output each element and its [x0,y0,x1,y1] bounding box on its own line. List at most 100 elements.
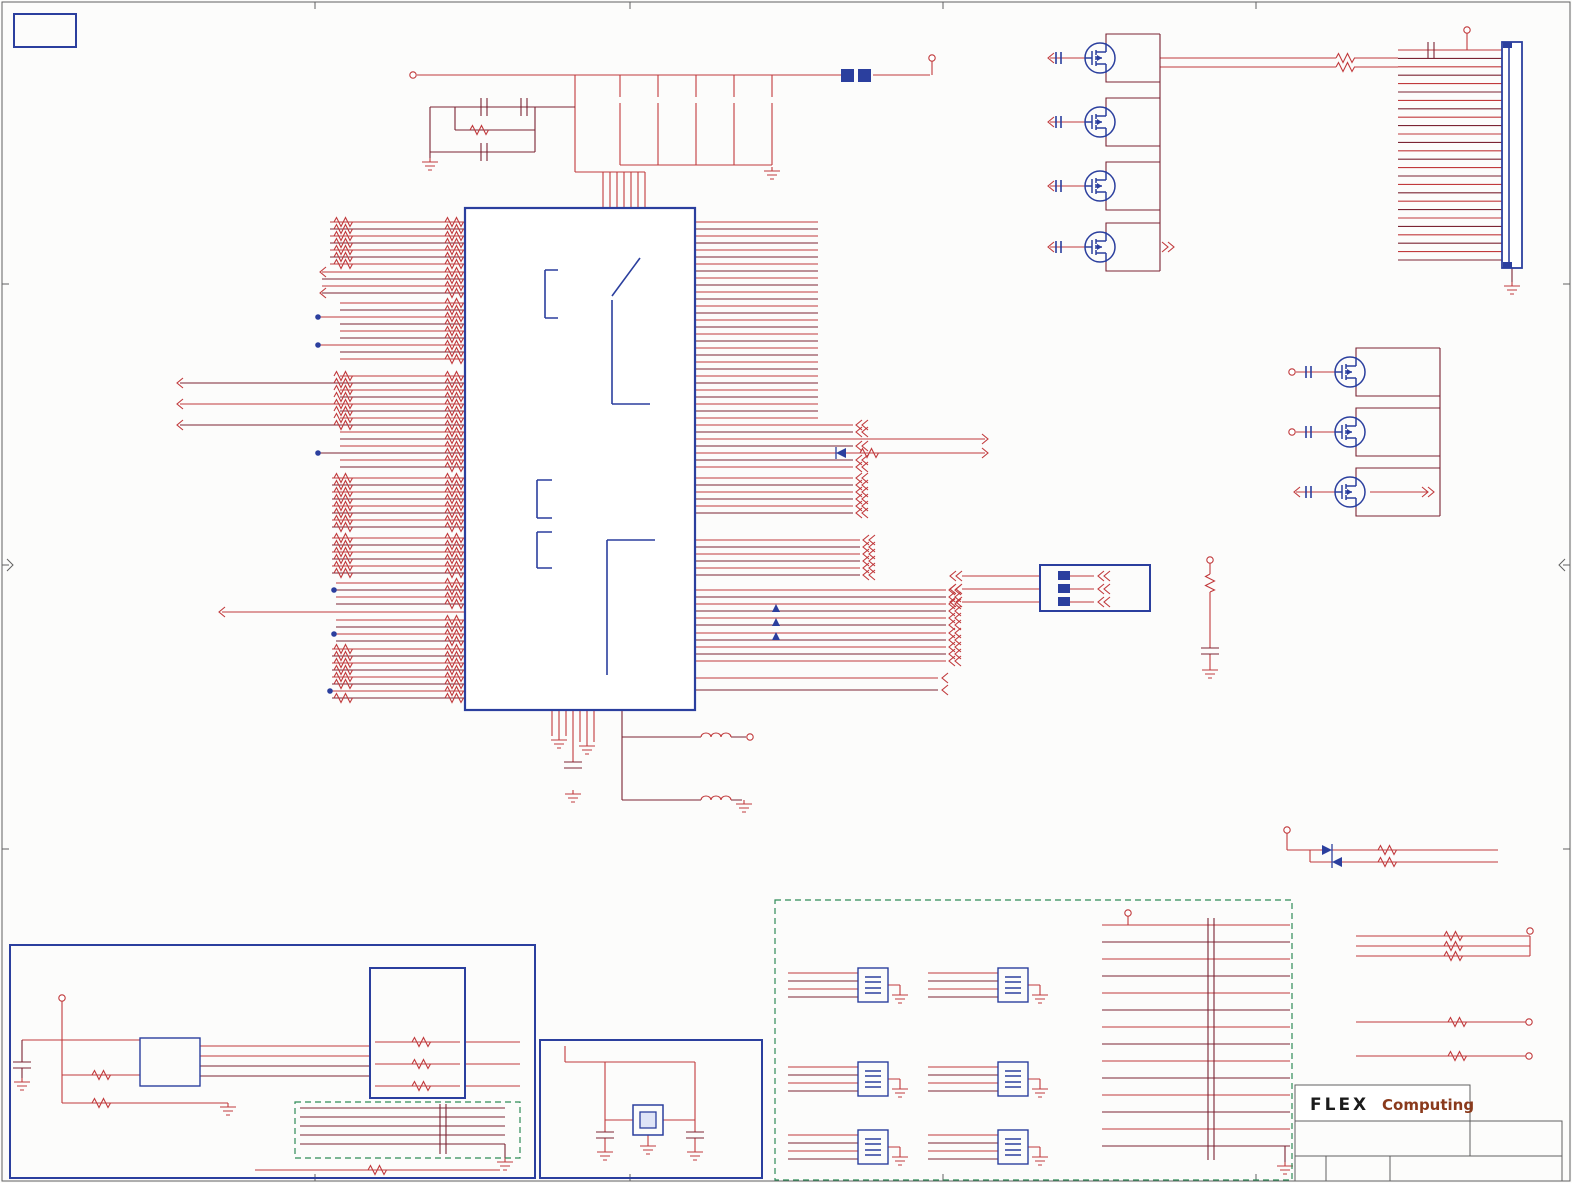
filter-cell[interactable] [997,967,1029,1003]
filter-cell[interactable] [997,1061,1029,1097]
open-terminal [58,994,66,1002]
open-terminal [1288,368,1296,376]
frame-ticks [2,2,1570,1181]
filter-cell[interactable] [857,1061,889,1097]
ground-symbol [1031,990,1049,1004]
open-terminal [1525,1018,1533,1026]
open-terminal [1525,1052,1533,1060]
net-arrow-right-double [1161,241,1175,253]
diode-pair[interactable] [1322,844,1342,868]
open-terminal [1463,26,1471,34]
ground-symbol [1031,1152,1049,1166]
logo-computing-text: Computing [1382,1096,1474,1114]
fuse-element[interactable] [841,69,854,82]
open-terminal [1283,826,1291,834]
ground-symbol [891,1152,909,1166]
ground-symbol [686,1147,704,1161]
open-terminal [1124,909,1132,917]
net-arrow-double [949,570,963,582]
resistor-zigzag-vertical [1204,573,1216,593]
ground-symbol [1201,665,1219,679]
edge-connector[interactable] [1501,41,1523,269]
mosfet[interactable] [1334,416,1366,448]
resistor-zigzag [1335,52,1356,64]
junction-dot [315,314,321,320]
signal-block[interactable] [1039,564,1151,612]
net-arrow-double [855,461,869,473]
schematic-sheet: FLEX Computing [1,1,1571,1182]
mosfet[interactable] [1334,476,1366,508]
filter-cell[interactable] [857,1129,889,1165]
net-arrow-double [855,426,869,438]
ground-symbol [891,1084,909,1098]
junction-dot [331,587,337,593]
open-terminal [1206,556,1214,564]
power-section-box[interactable] [9,944,536,1179]
net-arrow-double [948,655,962,667]
junction-dot [331,631,337,637]
title-table-grid [1295,1121,1562,1181]
ground-symbol [639,1141,657,1155]
junction-dot [315,342,321,348]
capacitor [595,1131,615,1139]
signal-wires-red [22,33,1531,1171]
ground-symbol [735,799,753,813]
option-area [294,1101,521,1159]
indicator-triangle [772,618,780,626]
resistor-network-box[interactable] [369,967,466,1099]
frame-border [1,1,1571,1182]
open-terminal [1526,927,1534,935]
connector-key-bottom [1503,262,1512,268]
title-table [1294,1120,1563,1182]
diode[interactable] [835,447,846,459]
crystal-body [639,1111,657,1129]
open-terminal [1288,428,1296,436]
logo-flex-text: FLEX [1310,1095,1369,1115]
ground-symbol [763,166,781,180]
signal-block-pad [1058,584,1070,593]
revision-box [13,13,77,48]
mosfet[interactable] [1084,42,1116,74]
capacitor [685,1131,705,1139]
net-arrow [941,672,949,684]
inductor [700,795,732,801]
net-arrow-double [855,507,869,519]
indicator-triangle [772,604,780,612]
ground-symbol [1276,1161,1294,1175]
net-arrow-double [1097,583,1111,595]
regulator-ic[interactable] [139,1037,201,1087]
capacitor [12,1061,32,1069]
ground-symbol [496,1157,514,1171]
signal-block-pad [1058,571,1070,580]
filter-cell[interactable] [857,967,889,1003]
signal-block-pad [1058,597,1070,606]
mosfet[interactable] [1084,170,1116,202]
capacitor [1200,647,1220,655]
net-arrow-double [862,569,876,581]
net-arrow [941,684,949,696]
ground-symbol [13,1077,31,1091]
connector-key-top [1503,42,1512,48]
capacitor [563,761,583,769]
fuse-element[interactable] [858,69,871,82]
open-terminal [746,733,754,741]
sheet-frame [1,1,1571,1182]
mosfet[interactable] [1334,356,1366,388]
mosfet[interactable] [1084,106,1116,138]
title-block: FLEX Computing [1294,1084,1563,1182]
open-terminal [928,54,936,62]
ground-symbol [891,990,909,1004]
junction-dot [327,688,333,694]
symbol-layer [12,26,1534,1176]
main-ic[interactable] [463,206,697,712]
mosfet[interactable] [1084,231,1116,263]
crystal-section-box[interactable] [539,1039,763,1179]
ground-symbol [578,741,596,755]
filter-cell[interactable] [997,1129,1029,1165]
junction-dot [315,450,321,456]
ground-symbol [550,735,568,749]
resistor-zigzag [1335,61,1356,73]
ground-symbol [1503,281,1521,295]
ground-symbol [219,1102,237,1116]
ground-symbol [596,1147,614,1161]
